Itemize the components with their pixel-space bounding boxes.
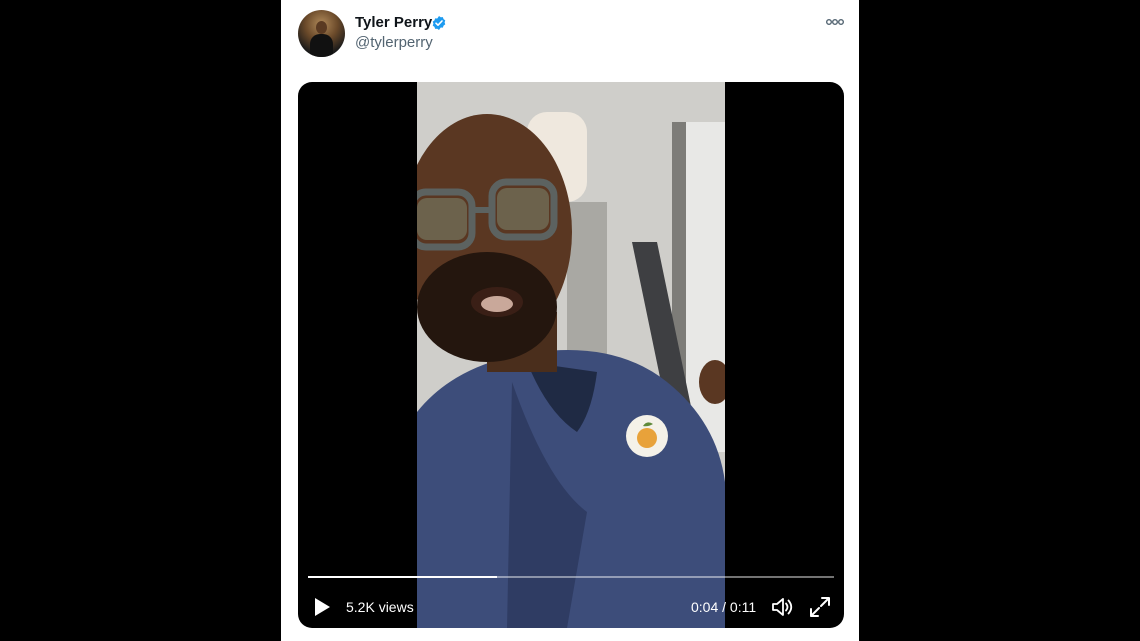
display-name[interactable]: Tyler Perry [355,14,432,31]
video-frame [417,82,725,628]
tweet-card: Tyler Perry @tylerperry 5.2K views 0:04 … [281,0,859,641]
progress-fill [308,576,498,578]
progress-bar[interactable] [308,576,834,578]
handle[interactable]: @tylerperry [355,34,433,51]
more-icon[interactable] [825,14,845,30]
time-display: 0:04 / 0:11 [691,599,757,615]
avatar[interactable] [298,10,345,57]
play-icon[interactable] [312,596,332,618]
volume-icon[interactable] [770,595,794,619]
verified-icon [432,16,446,30]
fullscreen-icon[interactable] [808,595,832,619]
view-count: 5.2K views [346,599,414,615]
video-player[interactable]: 5.2K views 0:04 / 0:11 [298,82,844,628]
